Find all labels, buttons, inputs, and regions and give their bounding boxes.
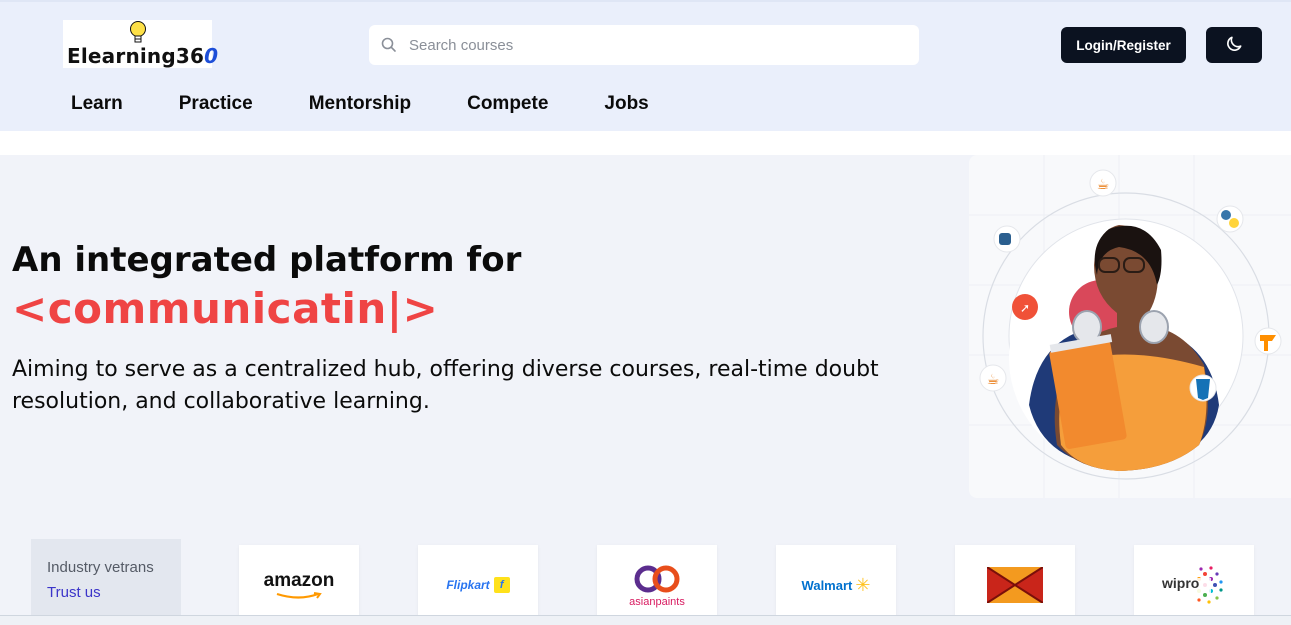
login-register-button[interactable]: Login/Register: [1061, 27, 1186, 63]
company-card-wipro[interactable]: wipro: [1134, 545, 1254, 625]
hero-illustration: ☕ ➚ ☕: [969, 155, 1291, 498]
hero-typed-text: <communicatin|>: [12, 284, 439, 333]
nav-item-learn[interactable]: Learn: [71, 93, 123, 115]
company-card-amazon[interactable]: amazon: [239, 545, 359, 625]
hero-top-divider: [0, 131, 1291, 155]
moon-icon: [1224, 34, 1244, 57]
amazon-smile-icon: [276, 592, 322, 599]
flipkart-bag-icon: f: [493, 577, 510, 593]
search-input[interactable]: [409, 33, 889, 57]
nav-item-mentorship[interactable]: Mentorship: [309, 93, 411, 115]
nav-item-jobs[interactable]: Jobs: [604, 93, 648, 115]
nav-item-practice[interactable]: Practice: [179, 93, 253, 115]
logo-accent: 0: [204, 44, 219, 68]
main-nav: Learn Practice Mentorship Compete Jobs: [71, 93, 705, 115]
amazon-logo: amazon: [263, 570, 335, 591]
walmart-logo: Walmart: [801, 577, 853, 593]
trust-line-link[interactable]: Trust us: [47, 584, 181, 601]
trust-box: Industry vetrans Trust us: [31, 539, 181, 625]
search-bar[interactable]: [369, 25, 919, 65]
svg-text:☕: ☕: [1097, 177, 1110, 193]
svg-text:➚: ➚: [1020, 301, 1030, 315]
logo[interactable]: Elearning360: [63, 20, 218, 68]
logo-text: Elearning360: [67, 44, 219, 68]
company-card-walmart[interactable]: Walmart ✳: [776, 545, 896, 625]
hero-description: Aiming to serve as a centralized hub, of…: [12, 357, 879, 414]
company-card-mx[interactable]: [955, 545, 1075, 625]
svg-text:☕: ☕: [987, 372, 1000, 388]
bottom-scroll-edge: [0, 615, 1291, 625]
mx-logo: [987, 567, 1043, 603]
site-header: Elearning360 Login/Register Learn Practi…: [0, 0, 1291, 131]
asianpaints-logo: asianpaints: [629, 596, 685, 608]
company-card-asianpaints[interactable]: asianpaints: [597, 545, 717, 625]
hero-title: An integrated platform for: [12, 240, 522, 280]
flipkart-logo: Flipkart: [446, 578, 490, 592]
asianpaints-logo-icon: [634, 565, 680, 593]
company-card-flipkart[interactable]: Flipkart f: [418, 545, 538, 625]
walmart-spark-icon: ✳: [855, 575, 871, 595]
trust-line-industry: Industry vetrans: [47, 559, 154, 576]
wipro-logo: wipro: [1162, 575, 1200, 591]
nav-item-compete[interactable]: Compete: [467, 93, 548, 115]
search-icon: [381, 37, 397, 58]
theme-toggle-button[interactable]: [1206, 27, 1262, 63]
